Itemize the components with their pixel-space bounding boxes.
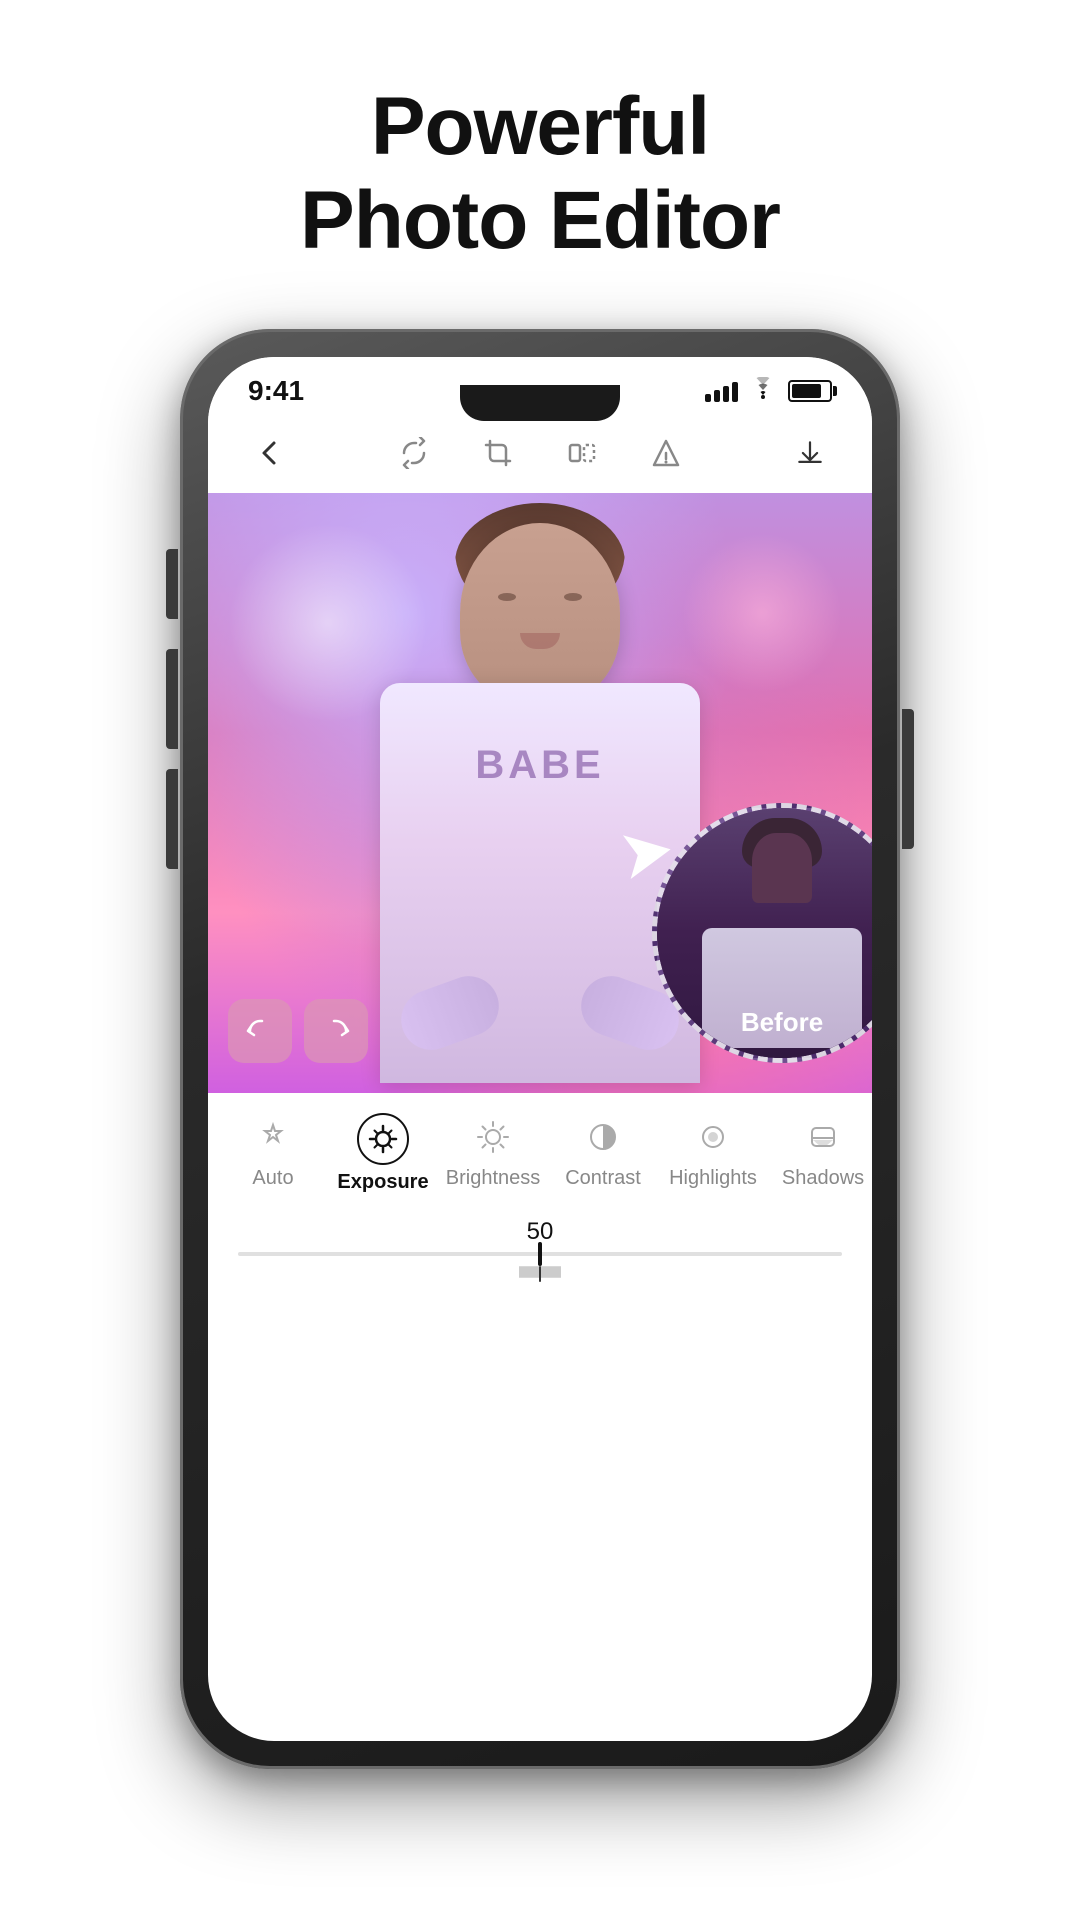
bottom-panel: Auto [208, 1093, 872, 1292]
adjust-button[interactable] [640, 427, 692, 479]
tool-highlights-label: Highlights [669, 1167, 757, 1190]
before-label: Before [741, 1007, 823, 1038]
exposure-icon [357, 1113, 409, 1165]
tool-brightness[interactable]: Brightness [438, 1105, 548, 1202]
undo-redo-controls [228, 999, 368, 1063]
shirt-text: BABE [475, 743, 604, 788]
photo-canvas[interactable]: BABE [208, 493, 872, 1093]
redo-button[interactable] [304, 999, 368, 1063]
mute-button [166, 549, 178, 619]
phone-mockup: 9:41 [180, 329, 900, 1769]
app-toolbar [208, 417, 872, 493]
tool-auto-label: Auto [252, 1167, 293, 1190]
tool-contrast-label: Contrast [565, 1167, 641, 1190]
slider-area: 50 [208, 1202, 872, 1292]
before-image: Before [657, 808, 872, 1058]
tool-shadows[interactable]: Shadows [768, 1105, 872, 1202]
download-button[interactable] [784, 427, 836, 479]
signal-icon [705, 380, 738, 402]
phone-screen: 9:41 [208, 357, 872, 1741]
tool-exposure-label: Exposure [337, 1171, 428, 1194]
shadows-icon [799, 1113, 847, 1161]
volume-up-button [166, 649, 178, 749]
tool-shadows-label: Shadows [782, 1167, 864, 1190]
tool-exposure[interactable]: Exposure [328, 1105, 438, 1202]
auto-icon [249, 1113, 297, 1161]
rotate-button[interactable] [388, 427, 440, 479]
volume-down-button [166, 769, 178, 869]
undo-button[interactable] [228, 999, 292, 1063]
highlights-icon [689, 1113, 737, 1161]
toolbar-tools [388, 427, 692, 479]
slider-track[interactable] [238, 1252, 842, 1256]
back-button[interactable] [244, 427, 296, 479]
contrast-icon [579, 1113, 627, 1161]
battery-icon [788, 380, 832, 402]
phone-notch [460, 385, 620, 421]
head-shape [460, 523, 620, 703]
power-button [902, 709, 914, 849]
slider-thumb[interactable] [538, 1242, 542, 1266]
tool-brightness-label: Brightness [446, 1167, 541, 1190]
page-title: Powerful Photo Editor [300, 80, 780, 269]
brightness-icon [469, 1113, 517, 1161]
tool-auto[interactable]: Auto [218, 1105, 328, 1202]
tool-contrast[interactable]: Contrast [548, 1105, 658, 1202]
flip-button[interactable] [556, 427, 608, 479]
status-icons [705, 377, 832, 405]
wifi-icon [750, 377, 776, 405]
crop-button[interactable] [472, 427, 524, 479]
edit-tools-row: Auto [208, 1105, 872, 1202]
before-comparison: Before [652, 803, 872, 1063]
status-time: 9:41 [248, 375, 304, 407]
tool-highlights[interactable]: Highlights [658, 1105, 768, 1202]
